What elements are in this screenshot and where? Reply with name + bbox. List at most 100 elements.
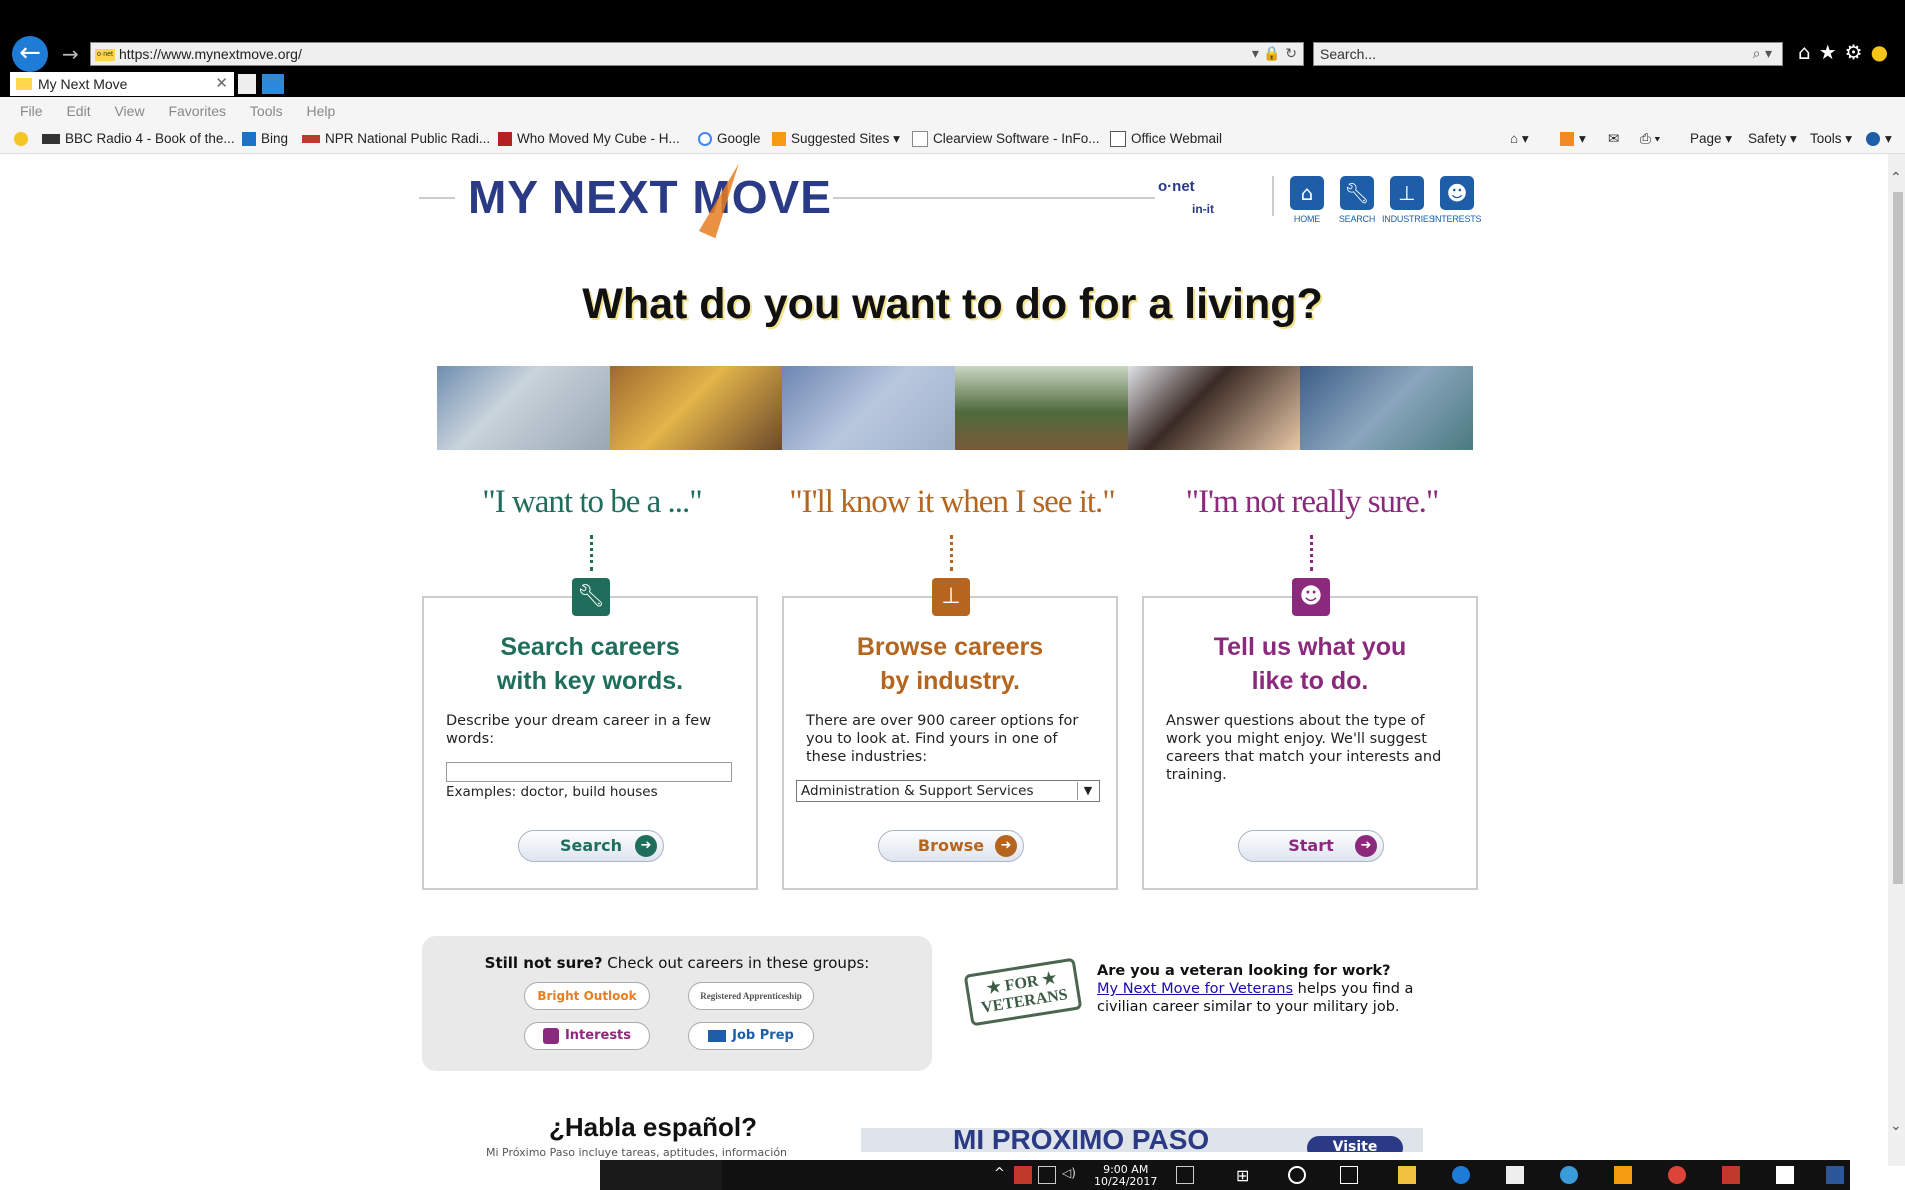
interests-group-button[interactable]: Interests <box>524 1022 650 1050</box>
site-logo[interactable]: MY NEXT MOVE <box>468 170 832 224</box>
gear-icon[interactable]: ⚙ <box>1845 40 1871 64</box>
favorite-clearview[interactable]: Clearview Software - InFo... <box>912 125 1100 153</box>
visite-button[interactable]: Visite <box>1307 1136 1403 1152</box>
panel-description: Describe your dream career in a few word… <box>446 713 712 747</box>
smiley-icon[interactable]: ● <box>1871 40 1896 64</box>
keyword-search-input[interactable] <box>446 762 732 782</box>
safety-menu[interactable]: Safety ▾ <box>1748 125 1797 153</box>
help-icon[interactable]: ▾ <box>1866 125 1892 153</box>
hbr-icon <box>498 132 512 147</box>
favorites-star-icon[interactable] <box>14 125 33 153</box>
cortana-icon[interactable] <box>1288 1166 1306 1184</box>
onet-logo[interactable]: o·net in-it <box>1158 178 1216 216</box>
site-favicon-icon: o·net <box>95 49 115 62</box>
photo-doctor <box>1127 366 1301 450</box>
scroll-up-icon[interactable]: ⌃ <box>1890 170 1902 186</box>
nav-interests[interactable]: ☻ INTERESTS <box>1432 176 1482 224</box>
home-icon[interactable]: ⌂ <box>1798 40 1819 64</box>
rss-feed-icon[interactable]: ▾ <box>1560 125 1586 153</box>
registered-apprenticeship-button[interactable]: Registered Apprenticeship <box>688 982 814 1010</box>
start-button[interactable]: Start ➜ <box>1238 830 1384 862</box>
read-mail-icon[interactable]: ✉ <box>1608 125 1619 153</box>
favorites-bar: BBC Radio 4 - Book of the... Bing NPR Na… <box>0 125 1905 154</box>
tools-menu[interactable]: Tools ▾ <box>1810 125 1852 153</box>
home-page-icon[interactable]: ⌂ ▾ <box>1510 125 1529 153</box>
nav-home[interactable]: ⌂ HOME <box>1282 176 1332 224</box>
file-explorer-icon[interactable] <box>1398 1166 1416 1184</box>
windows-start-icon[interactable]: ⊞ <box>1236 1166 1254 1185</box>
tray-chevron-icon[interactable]: ^ <box>994 1166 1005 1181</box>
industry-select[interactable]: Administration & Support Services ▼ <box>796 780 1100 802</box>
browse-button[interactable]: Browse ➜ <box>878 830 1024 862</box>
mail-icon[interactable] <box>1776 1166 1794 1184</box>
favorite-google[interactable]: Google <box>698 125 761 153</box>
address-actions-icon[interactable]: ▾ 🔒 ↻ <box>1252 43 1297 65</box>
back-arrow-icon[interactable]: ← <box>12 36 48 72</box>
browser-tab[interactable]: My Next Move ✕ <box>10 72 234 96</box>
chevron-down-icon[interactable]: ▼ <box>1077 782 1098 800</box>
menu-file[interactable]: File <box>20 103 43 119</box>
panel-title: Tell us what you like to do. <box>1213 633 1407 695</box>
career-groups-box: Still not sure? Check out careers in the… <box>422 936 932 1071</box>
network-icon[interactable] <box>1038 1166 1056 1184</box>
favorite-webmail[interactable]: Office Webmail <box>1110 125 1222 153</box>
menu-help[interactable]: Help <box>307 103 336 119</box>
suggested-sites-icon <box>772 132 786 147</box>
menu-favorites[interactable]: Favorites <box>168 103 226 119</box>
print-icon[interactable]: ⎙ ▾ <box>1640 125 1660 153</box>
taskbar-clock[interactable]: 9:00 AM 10/24/2017 <box>1094 1164 1157 1188</box>
star-icon[interactable]: ★ <box>1819 40 1845 64</box>
person-icon <box>542 1027 559 1044</box>
bright-outlook-button[interactable]: Bright Outlook <box>524 982 650 1010</box>
favorite-bbc[interactable]: BBC Radio 4 - Book of the... <box>42 125 235 153</box>
task-view-icon[interactable] <box>1340 1166 1358 1184</box>
tab-favicon-icon <box>16 78 32 90</box>
edge-icon[interactable] <box>1452 1166 1470 1184</box>
search-button[interactable]: Search ➜ <box>518 830 664 862</box>
tab-title: My Next Move <box>38 76 128 92</box>
scroll-down-icon[interactable]: ⌄ <box>1890 1118 1902 1134</box>
veterans-link[interactable]: My Next Move for Veterans <box>1097 981 1293 997</box>
for-veterans-badge[interactable]: ★ FOR ★ VETERANS <box>963 957 1083 1027</box>
menu-tools[interactable]: Tools <box>250 103 283 119</box>
volume-icon[interactable]: ◁) <box>1062 1166 1080 1184</box>
taskbar-blank <box>600 1160 722 1190</box>
quote-start: "I'm not really sure." <box>1185 484 1440 520</box>
media-player-icon[interactable] <box>1614 1166 1632 1184</box>
chrome-icon[interactable] <box>1668 1166 1686 1184</box>
internet-explorer-icon[interactable] <box>1560 1166 1578 1184</box>
edge-tab-icon[interactable] <box>262 74 284 94</box>
job-prep-button[interactable]: Job Prep <box>688 1022 814 1050</box>
address-bar[interactable]: o·net https://www.mynextmove.org/ ▾ 🔒 ↻ <box>90 42 1304 66</box>
menu-bar: File Edit View Favorites Tools Help <box>0 97 1905 125</box>
nav-search[interactable]: 🔧︎ SEARCH <box>1332 176 1382 224</box>
photo-architect <box>437 366 610 450</box>
word-icon[interactable] <box>1826 1166 1844 1184</box>
favorite-suggested-sites[interactable]: Suggested Sites ▾ <box>772 125 900 153</box>
snipping-tool-icon[interactable] <box>1722 1166 1740 1184</box>
arrow-right-icon: ➜ <box>1355 835 1377 857</box>
favorite-bing[interactable]: Bing <box>242 125 288 153</box>
bbc-icon <box>42 134 60 145</box>
store-icon[interactable] <box>1506 1166 1524 1184</box>
person-icon: ☻ <box>1292 578 1330 616</box>
page-menu[interactable]: Page ▾ <box>1690 125 1732 153</box>
notifications-icon[interactable] <box>1176 1166 1194 1184</box>
browser-search-input[interactable]: Search... ⌕ ▾ <box>1313 42 1783 66</box>
favorite-hbr[interactable]: Who Moved My Cube - H... <box>498 125 680 153</box>
header-rule <box>419 197 455 199</box>
webmail-icon <box>1110 131 1126 148</box>
close-icon[interactable]: ✕ <box>215 72 228 96</box>
forward-arrow-icon[interactable]: → <box>62 42 79 66</box>
favorite-npr[interactable]: NPR National Public Radi... <box>302 125 490 153</box>
wrench-icon: 🔧︎ <box>572 578 610 616</box>
menu-view[interactable]: View <box>114 103 144 119</box>
new-tab-icon[interactable] <box>238 74 256 94</box>
nav-industries[interactable]: ⊥ INDUSTRIES <box>1382 176 1435 224</box>
search-icon[interactable]: ⌕ ▾ <box>1753 43 1772 65</box>
quote-search: "I want to be a ..." <box>482 484 703 520</box>
npr-icon <box>302 135 320 144</box>
tray-app-icon[interactable] <box>1014 1166 1032 1184</box>
menu-edit[interactable]: Edit <box>66 103 90 119</box>
mi-proximo-paso-banner[interactable]: MI PRÓXIMO PASO Visite <box>861 1128 1423 1152</box>
